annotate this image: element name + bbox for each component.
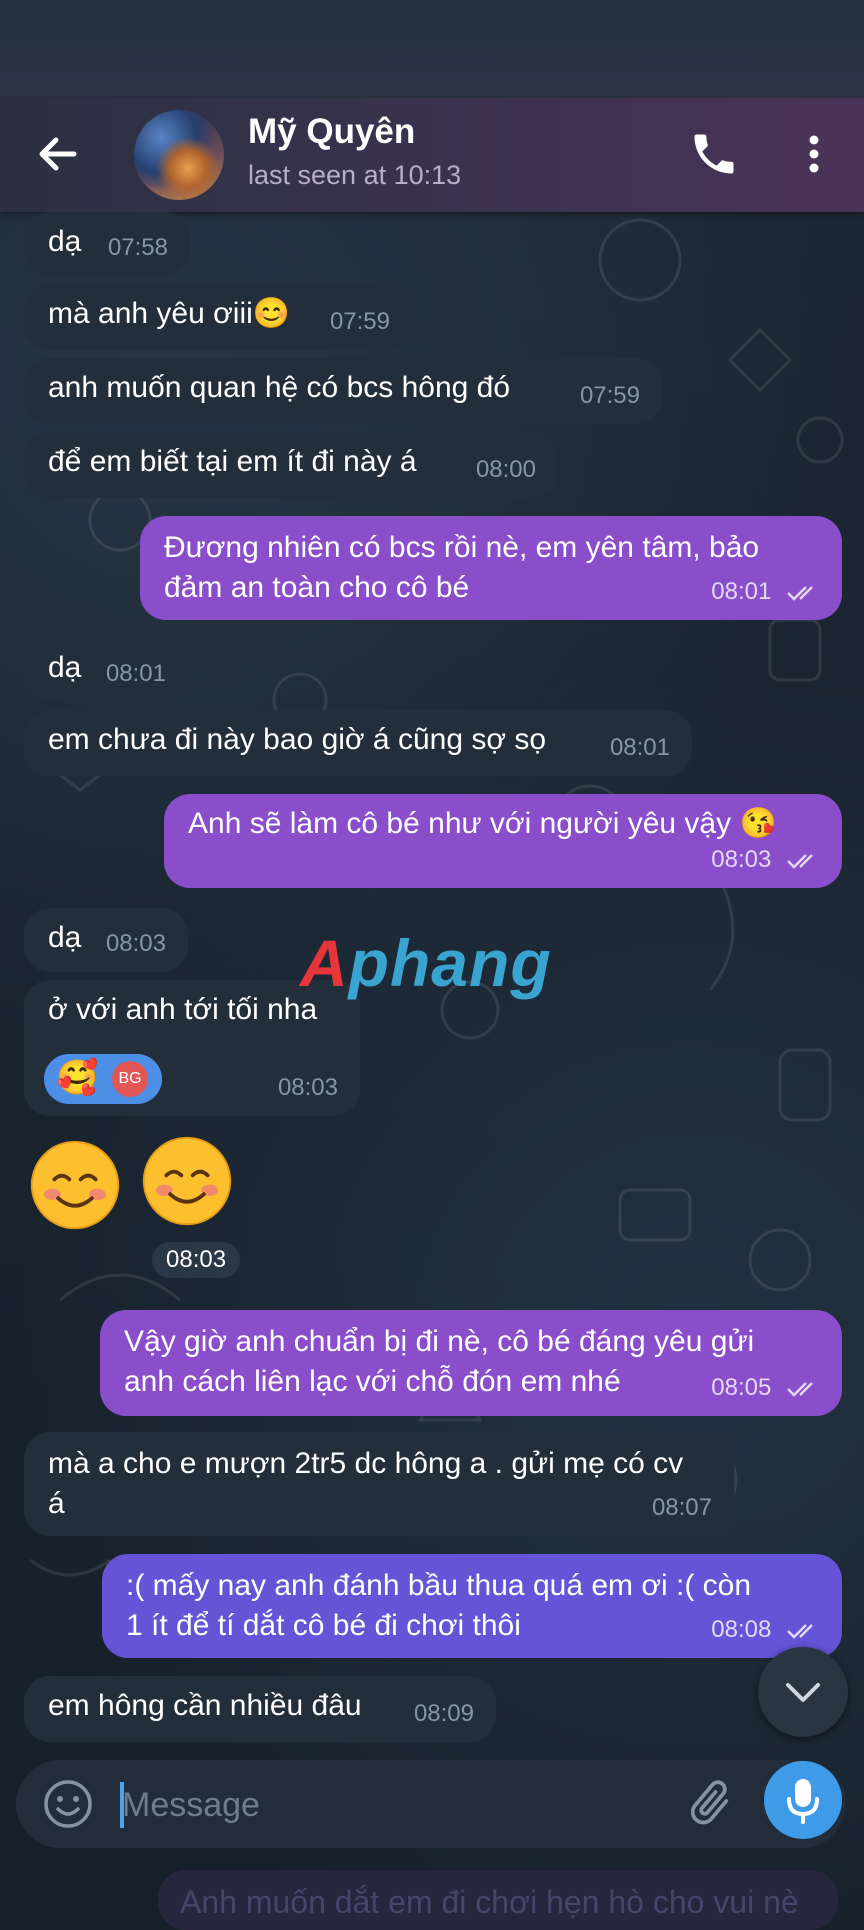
more-options-button[interactable] (794, 128, 834, 180)
message-bubble-incoming[interactable]: mà a cho e mượn 2tr5 dc hông a . gửi mẹ … (24, 1432, 734, 1536)
read-receipt-icon (787, 1381, 813, 1397)
attach-button[interactable] (682, 1776, 738, 1832)
message-bubble-incoming[interactable]: mà anh yêu ơiii😊 07:59 (24, 284, 412, 350)
message-bubble-incoming[interactable]: dạ 08:01 (24, 638, 188, 702)
message-time: 07:59 (579, 382, 640, 409)
message-bubble-outgoing[interactable]: Đương nhiên có bcs rồi nè, em yên tâm, b… (140, 516, 842, 620)
smiling-face-icon (30, 1140, 120, 1230)
message-bubble-incoming[interactable]: để em biết tại em ít đi này á 08:00 (24, 432, 558, 498)
last-seen-status: last seen at 10:13 (248, 160, 462, 190)
message-time: 08:01 (711, 572, 820, 612)
message-text: dạ (48, 651, 82, 684)
paperclip-icon (690, 1780, 729, 1825)
message-bubble-incoming[interactable]: em hông cần nhiều đâu 08:09 (24, 1676, 496, 1742)
message-text: dạ (48, 225, 82, 258)
voice-record-button[interactable] (764, 1761, 842, 1839)
mic-icon (787, 1779, 819, 1824)
message-bubble-incoming[interactable]: dạ 07:58 (24, 212, 190, 276)
read-receipt-icon (787, 853, 813, 869)
message-preview-faded: Anh muốn dắt em đi chơi hẹn hò cho vui n… (158, 1870, 838, 1930)
call-button[interactable] (688, 128, 740, 180)
message-bubble-incoming[interactable]: dạ 08:03 (24, 908, 188, 972)
reaction-emoji: 🥰 (56, 1059, 99, 1097)
chat-header: Mỹ Quyên last seen at 10:13 (0, 98, 864, 212)
message-text: mà anh yêu ơiii😊 (48, 297, 291, 330)
contact-name[interactable]: Mỹ Quyên (248, 112, 415, 152)
message-time: 08:01 (609, 734, 670, 761)
message-bubble-outgoing[interactable]: :( mấy nay anh đánh bầu thua quá em ơi :… (102, 1554, 842, 1658)
message-bubble-incoming[interactable]: em chưa đi này bao giờ á cũng sợ sọ 08:0… (24, 710, 692, 776)
message-text: Vậy giờ anh chuẩn bị đi nè, cô bé đáng y… (124, 1325, 755, 1398)
emoji-icon (44, 1780, 92, 1828)
message-time: 08:05 (711, 1368, 820, 1408)
message-text: mà a cho e mượn 2tr5 dc hông a . gửi mẹ … (48, 1447, 684, 1520)
reaction-avatar: BG (112, 1061, 148, 1097)
more-vert-icon (809, 135, 819, 173)
read-receipt-icon (787, 585, 813, 601)
message-time: 08:00 (475, 456, 536, 483)
smiling-face-icon (142, 1136, 232, 1226)
message-bubble-incoming[interactable]: anh muốn quan hệ có bcs hông đó 07:59 (24, 358, 662, 424)
status-bar (0, 0, 864, 98)
back-arrow-icon (39, 137, 77, 171)
message-time: 08:03 (152, 1242, 241, 1278)
message-input[interactable] (120, 1774, 664, 1836)
message-text: em chưa đi này bao giờ á cũng sợ sọ (48, 723, 547, 756)
message-time: 08:03 (277, 1074, 338, 1101)
message-time: 08:07 (651, 1494, 712, 1521)
message-bubble-outgoing[interactable]: Anh sẽ làm cô bé như với người yêu vậy 😘… (164, 794, 842, 888)
message-composer (16, 1760, 846, 1848)
message-time: 08:03 (105, 930, 166, 957)
message-text: ở với anh tới tối nha (48, 993, 318, 1026)
back-button[interactable] (32, 128, 84, 180)
message-time: 07:58 (107, 234, 168, 261)
message-text: Đương nhiên có bcs rồi nè, em yên tâm, b… (164, 531, 760, 604)
message-time: 08:08 (711, 1610, 820, 1650)
message-time: 07:59 (329, 308, 390, 335)
watermark-logo: Aphang (300, 926, 552, 1000)
message-time: 08:03 (711, 840, 820, 880)
emoji-button[interactable] (42, 1778, 94, 1830)
phone-icon (694, 134, 734, 174)
chevron-down-icon (786, 1683, 820, 1702)
message-text: :( mấy nay anh đánh bầu thua quá em ơi :… (126, 1569, 752, 1642)
message-text: em hông cần nhiều đâu (48, 1689, 362, 1722)
message-text: để em biết tại em ít đi này á (48, 445, 417, 478)
contact-avatar[interactable] (134, 110, 224, 200)
scroll-down-button[interactable] (758, 1647, 848, 1737)
message-text: dạ (48, 921, 82, 954)
read-receipt-icon (787, 1623, 813, 1639)
message-text: Anh sẽ làm cô bé như với người yêu vậy 😘 (188, 807, 777, 840)
message-reaction[interactable]: 🥰 BG (44, 1054, 162, 1104)
message-bubble-outgoing[interactable]: Vậy giờ anh chuẩn bị đi nè, cô bé đáng y… (100, 1310, 842, 1416)
message-time: 08:09 (413, 1700, 474, 1727)
message-text: anh muốn quan hệ có bcs hông đó (48, 371, 511, 404)
message-time: 08:01 (105, 660, 166, 687)
